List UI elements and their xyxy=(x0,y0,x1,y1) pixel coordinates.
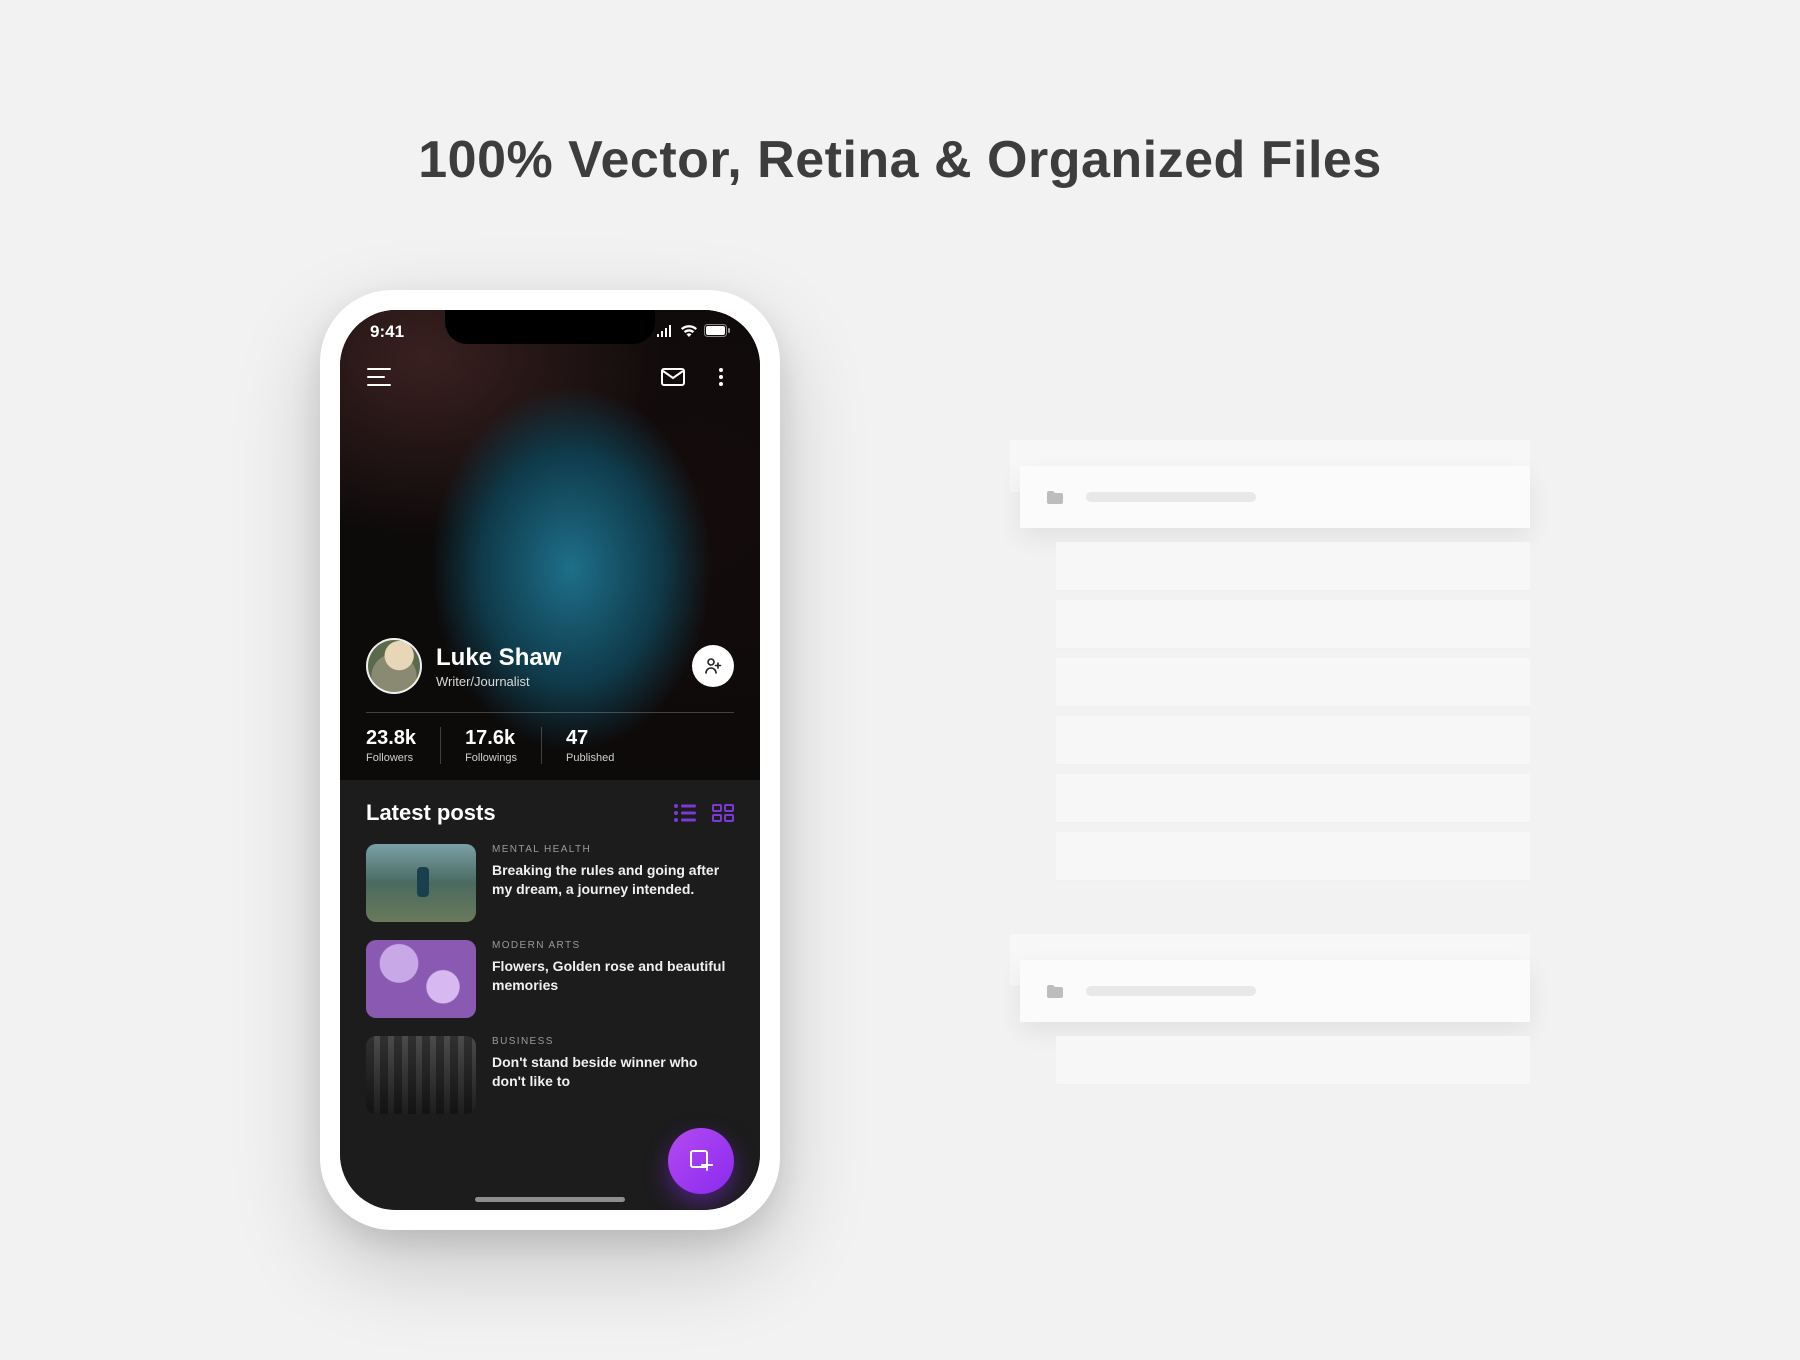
profile-hero: 9:41 xyxy=(340,310,760,780)
layers-panel xyxy=(1010,440,1530,1138)
layer-group xyxy=(1010,934,1530,1084)
post-thumbnail xyxy=(366,844,476,922)
phone-screen: 9:41 xyxy=(340,310,760,1210)
page-headline: 100% Vector, Retina & Organized Files xyxy=(0,130,1800,190)
home-indicator[interactable] xyxy=(475,1197,625,1202)
post-item[interactable]: MODERN ARTS Flowers, Golden rose and bea… xyxy=(366,940,734,1018)
compose-fab[interactable] xyxy=(668,1128,734,1194)
avatar[interactable] xyxy=(366,638,422,694)
post-title: Breaking the rules and going after my dr… xyxy=(492,861,734,899)
stat-value: 47 xyxy=(566,727,614,750)
stat-label: Followings xyxy=(465,752,517,764)
status-bar: 9:41 xyxy=(340,322,760,342)
layer-name-placeholder xyxy=(1086,986,1256,996)
post-category: BUSINESS xyxy=(492,1036,734,1047)
posts-heading: Latest posts xyxy=(366,800,496,826)
post-title: Don't stand beside winner who don't like… xyxy=(492,1053,734,1091)
layer-folder-row[interactable] xyxy=(1020,960,1530,1022)
post-thumbnail xyxy=(366,1036,476,1114)
layer-row[interactable] xyxy=(1056,658,1530,706)
folder-icon xyxy=(1046,984,1064,998)
layer-folder-row[interactable] xyxy=(1020,466,1530,528)
layer-row[interactable] xyxy=(1056,600,1530,648)
post-category: MODERN ARTS xyxy=(492,940,734,951)
signal-icon xyxy=(656,322,674,342)
stat-value: 23.8k xyxy=(366,727,416,750)
post-thumbnail xyxy=(366,940,476,1018)
add-user-button[interactable] xyxy=(692,645,734,687)
profile-name: Luke Shaw xyxy=(436,644,692,672)
layer-row[interactable] xyxy=(1056,542,1530,590)
post-item[interactable]: MENTAL HEALTH Breaking the rules and goi… xyxy=(366,844,734,922)
layer-group xyxy=(1010,440,1530,880)
post-item[interactable]: BUSINESS Don't stand beside winner who d… xyxy=(366,1036,734,1114)
layer-row[interactable] xyxy=(1056,774,1530,822)
compose-icon xyxy=(688,1148,714,1174)
stat-followings[interactable]: 17.6k Followings xyxy=(465,727,542,764)
phone-frame: 9:41 xyxy=(320,290,780,1230)
app-top-bar xyxy=(340,364,760,390)
user-plus-icon xyxy=(704,657,722,675)
stat-label: Followers xyxy=(366,752,416,764)
layer-row[interactable] xyxy=(1056,832,1530,880)
folder-icon xyxy=(1046,490,1064,504)
post-category: MENTAL HEALTH xyxy=(492,844,734,855)
more-icon[interactable] xyxy=(708,364,734,390)
view-toggle xyxy=(674,804,734,822)
stat-published[interactable]: 47 Published xyxy=(566,727,614,764)
wifi-icon xyxy=(680,322,698,342)
profile-role: Writer/Journalist xyxy=(436,674,692,689)
mail-icon[interactable] xyxy=(660,364,686,390)
stat-label: Published xyxy=(566,752,614,764)
stat-followers[interactable]: 23.8k Followers xyxy=(366,727,441,764)
status-time: 9:41 xyxy=(370,322,404,342)
menu-icon[interactable] xyxy=(366,364,392,390)
grid-view-icon[interactable] xyxy=(712,804,734,822)
stat-value: 17.6k xyxy=(465,727,517,750)
profile-block: Luke Shaw Writer/Journalist xyxy=(366,638,734,694)
battery-icon xyxy=(704,322,730,342)
layer-name-placeholder xyxy=(1086,492,1256,502)
profile-stats: 23.8k Followers 17.6k Followings 47 Publ… xyxy=(366,712,734,764)
posts-section: Latest posts MENTAL HEALTH Breaking the … xyxy=(340,780,760,1210)
layer-row[interactable] xyxy=(1056,716,1530,764)
layer-row[interactable] xyxy=(1056,1036,1530,1084)
post-title: Flowers, Golden rose and beautiful memor… xyxy=(492,957,734,995)
list-view-icon[interactable] xyxy=(674,804,696,822)
